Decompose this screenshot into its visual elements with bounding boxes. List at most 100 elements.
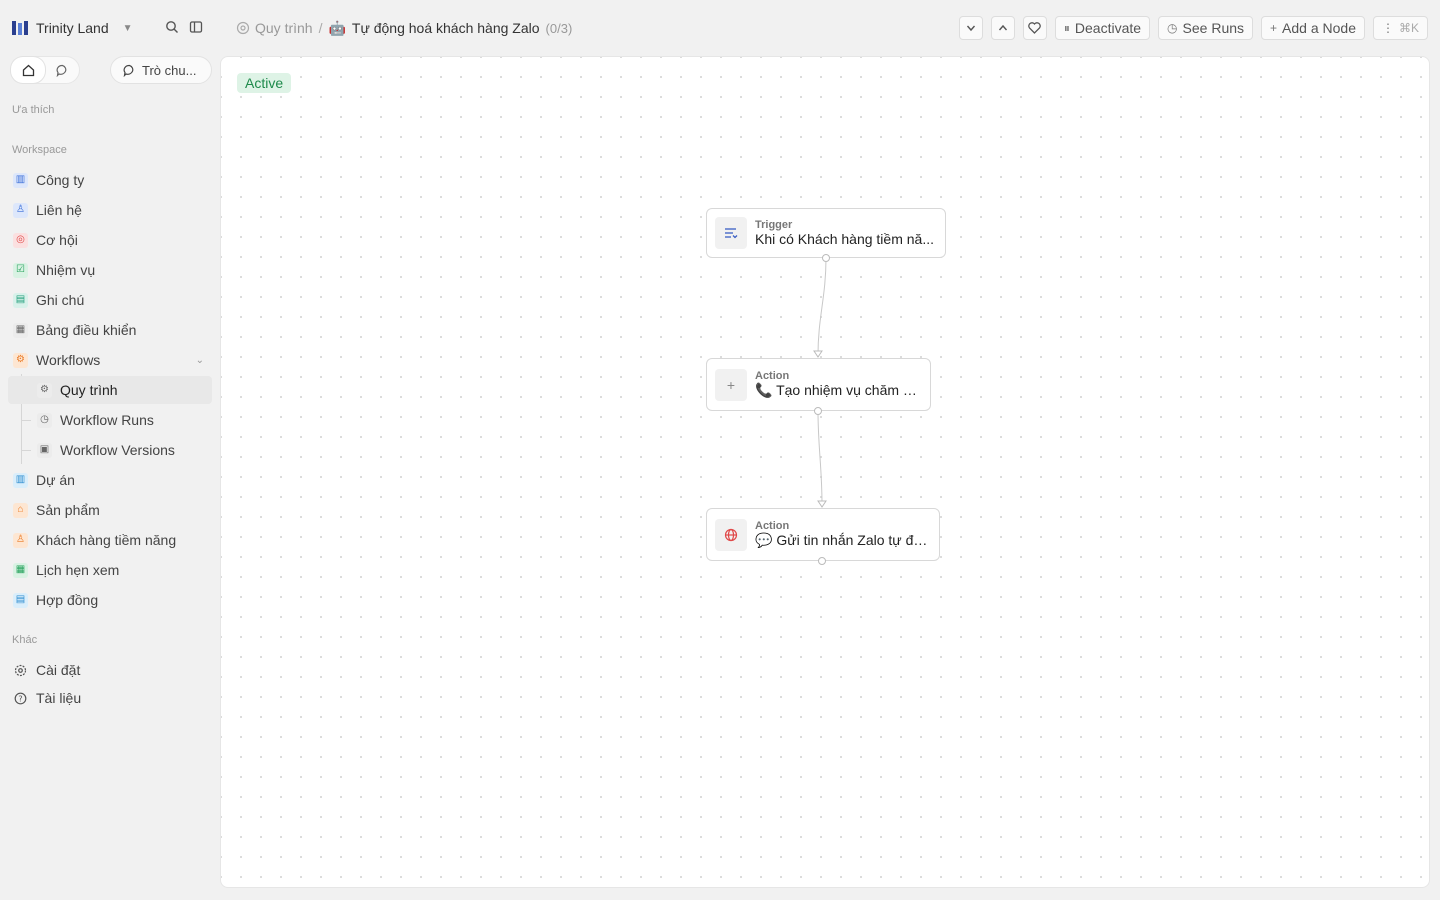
- node-type: Action: [755, 370, 790, 382]
- sidebar-item-workflow-versions[interactable]: ▣ Workflow Versions: [8, 436, 212, 464]
- trigger-list-icon: [715, 217, 747, 249]
- globe-icon: [715, 518, 747, 551]
- node-output-handle[interactable]: [822, 254, 830, 262]
- sidebar-item-label: Hợp đồng: [36, 592, 99, 608]
- more-vertical-icon: ⋮: [1381, 21, 1394, 35]
- plus-icon: +: [1270, 21, 1278, 35]
- heart-icon: [1028, 22, 1042, 34]
- settings-icon: [13, 663, 28, 678]
- node-output-handle[interactable]: [818, 557, 826, 565]
- sidebar: Trò chu... Ưa thích Workspace ▥ Công ty …: [0, 56, 220, 900]
- history-icon: ◷: [1167, 21, 1178, 35]
- new-chat-button[interactable]: Trò chu...: [110, 56, 212, 84]
- search-icon[interactable]: [164, 19, 180, 35]
- sidebar-item-label: Workflows: [36, 352, 101, 368]
- sidebar-item-leads[interactable]: ♙ Khách hàng tiềm năng: [8, 526, 212, 554]
- node-text: Trigger Khi có Khách hàng tiềm nă...: [755, 219, 934, 247]
- top-bar: Trinity Land ▼ Quy trình / 🤖 Tự động hoá…: [0, 0, 1440, 56]
- add-node-label: Add a Node: [1282, 20, 1356, 36]
- chevron-down-icon: ⌄: [195, 354, 204, 366]
- deactivate-label: Deactivate: [1074, 20, 1142, 36]
- sidebar-item-label: Khách hàng tiềm năng: [36, 532, 177, 548]
- sidebar-item-tasks[interactable]: ☑ Nhiệm vụ: [8, 256, 212, 284]
- node-label: 📞 Tạo nhiệm vụ chăm sóc: [755, 382, 922, 398]
- chevron-up-icon: [998, 24, 1007, 31]
- node-type: Trigger: [755, 219, 793, 231]
- message-icon: [56, 64, 66, 77]
- version-count: (0/3): [545, 20, 573, 36]
- sidebar-item-opportunities[interactable]: ◎ Cơ hội: [8, 226, 212, 254]
- sidebar-item-projects[interactable]: ▥ Dự án: [8, 466, 212, 494]
- trigger-node[interactable]: Trigger Khi có Khách hàng tiềm nă...: [706, 208, 946, 262]
- chevron-down-icon: ▼: [122, 22, 133, 34]
- favorite-button[interactable]: [1022, 16, 1047, 40]
- previous-record-button[interactable]: [990, 16, 1015, 40]
- sidebar-item-label: Cài đặt: [36, 662, 81, 678]
- help-icon: ?: [13, 691, 28, 706]
- sidebar-item-products[interactable]: ⌂ Sản phẩm: [8, 496, 212, 524]
- workspace-section-label: Workspace: [12, 144, 67, 156]
- sidebar-item-notes[interactable]: ▤ Ghi chú: [8, 286, 212, 314]
- svg-text:?: ?: [18, 694, 22, 703]
- sidebar-item-label: Ghi chú: [36, 292, 85, 308]
- workflow-icon: ⚙: [13, 352, 28, 368]
- see-runs-button[interactable]: ◷ See Runs: [1158, 16, 1254, 40]
- sidebar-item-label: Tài liệu: [36, 690, 82, 706]
- sidebar-item-label: Dự án: [36, 472, 75, 488]
- breadcrumb-parent-label: Quy trình: [255, 20, 313, 36]
- more-options-button[interactable]: ⋮ ⌘K: [1372, 16, 1428, 40]
- sidebar-item-label: Nhiệm vụ: [36, 262, 96, 278]
- deactivate-button[interactable]: ⏸ Deactivate: [1054, 16, 1151, 40]
- add-node-button[interactable]: + Add a Node: [1261, 16, 1365, 40]
- sidebar-item-label: Quy trình: [60, 382, 118, 398]
- home-tab[interactable]: [11, 57, 45, 83]
- chat-plus-icon: [123, 64, 134, 77]
- breadcrumb: Quy trình / 🤖 Tự động hoá khách hàng Zal…: [236, 17, 572, 39]
- sidebar-item-dashboards[interactable]: ▦ Bảng điều khiển: [8, 316, 212, 344]
- sidebar-item-workflow-list[interactable]: ⚙ Quy trình: [8, 376, 212, 404]
- action-node-create-task[interactable]: + Action 📞 Tạo nhiệm vụ chăm sóc: [706, 358, 931, 415]
- sidebar-item-label: Bảng điều khiển: [36, 322, 137, 338]
- workspace-switcher[interactable]: Trinity Land ▼: [12, 17, 133, 39]
- breadcrumb-parent[interactable]: Quy trình: [236, 20, 313, 36]
- home-icon: ⌂: [13, 502, 28, 518]
- sidebar-item-settings[interactable]: Cài đặt: [8, 656, 212, 684]
- sidebar-item-workflow-runs[interactable]: ◷ Workflow Runs: [8, 406, 212, 434]
- checkbox-icon: ☑: [13, 262, 28, 278]
- sidebar-item-label: Workflow Versions: [60, 442, 175, 458]
- edge-arrow-icon: [817, 500, 827, 508]
- sidebar-item-label: Lịch hẹn xem: [36, 562, 120, 578]
- action-node-send-zalo[interactable]: Action 💬 Gửi tin nhắn Zalo tự động: [706, 508, 940, 565]
- sidebar-item-workflows[interactable]: ⚙ Workflows ⌄: [8, 346, 212, 374]
- favorites-section-label: Ưa thích: [12, 104, 55, 116]
- workflow-edges: [813, 257, 827, 508]
- see-runs-label: See Runs: [1182, 20, 1245, 36]
- sidebar-item-docs[interactable]: ? Tài liệu: [8, 684, 212, 712]
- calendar-icon: ▦: [13, 562, 28, 578]
- file-icon: ▤: [13, 592, 28, 608]
- history-icon: ◷: [37, 412, 52, 428]
- sidebar-item-appointments[interactable]: ▦ Lịch hẹn xem: [8, 556, 212, 584]
- workflow-canvas[interactable]: Active Trigger Khi có Khách hàng tiềm nă…: [220, 56, 1430, 888]
- sidebar-item-contracts[interactable]: ▤ Hợp đồng: [8, 586, 212, 614]
- versions-icon: ▣: [37, 442, 52, 458]
- node-output-handle[interactable]: [814, 407, 822, 415]
- building-icon: ▥: [13, 472, 28, 488]
- settings-icon: [236, 21, 250, 35]
- other-section-label: Khác: [12, 634, 38, 646]
- sidebar-item-label: Công ty: [36, 172, 85, 188]
- shortcut-hint: ⌘K: [1398, 21, 1419, 35]
- node-label: Khi có Khách hàng tiềm nă...: [755, 231, 934, 247]
- sidebar-item-companies[interactable]: ▥ Công ty: [8, 166, 212, 194]
- sidebar-item-contacts[interactable]: ♙ Liên hệ: [8, 196, 212, 224]
- next-record-button[interactable]: [958, 16, 983, 40]
- sidebar-toggle-icon[interactable]: [188, 19, 204, 35]
- robot-emoji-icon: 🤖: [328, 19, 346, 36]
- building-icon: ▥: [13, 172, 28, 188]
- page-title: Tự động hoá khách hàng Zalo: [351, 20, 540, 36]
- chat-tab[interactable]: [45, 57, 79, 83]
- edge-action-1-to-action-2: [817, 410, 823, 506]
- note-icon: ▤: [13, 292, 28, 308]
- user-star-icon: ♙: [13, 532, 28, 548]
- sidebar-top: Trò chu...: [8, 56, 220, 84]
